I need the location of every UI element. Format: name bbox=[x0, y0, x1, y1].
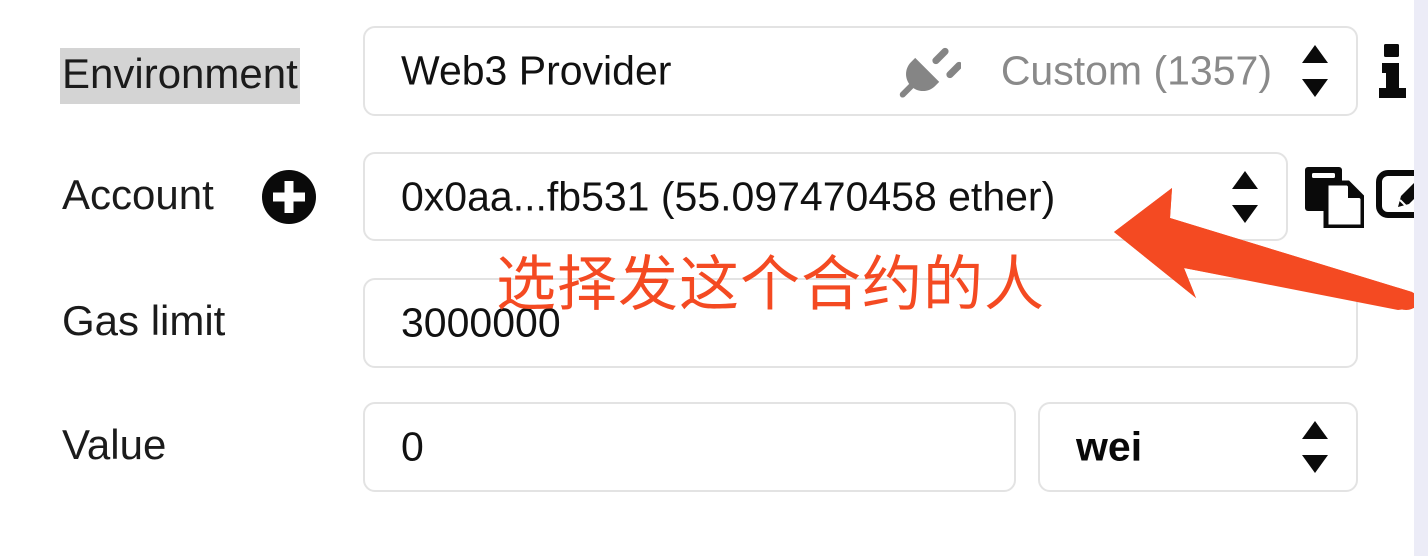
environment-spinner-icon[interactable] bbox=[1302, 45, 1328, 97]
plus-circle-icon[interactable] bbox=[262, 170, 316, 224]
value-amount: 0 bbox=[401, 423, 424, 470]
value-unit-label: wei bbox=[1076, 423, 1143, 470]
environment-network-cluster: Custom (1357) bbox=[1000, 47, 1272, 94]
account-label: Account bbox=[62, 171, 214, 218]
account-spinner-icon[interactable] bbox=[1232, 170, 1258, 223]
account-select[interactable]: 0x0aa...fb531 (55.097470458 ether) bbox=[363, 152, 1288, 241]
info-icon[interactable] bbox=[1376, 44, 1410, 100]
value-label: Value bbox=[62, 421, 167, 468]
page-edge-strip bbox=[1414, 0, 1428, 556]
environment-label: Environment bbox=[60, 48, 300, 104]
copy-icon[interactable] bbox=[1304, 166, 1364, 228]
value-input[interactable]: 0 bbox=[363, 402, 1016, 492]
value-unit-select[interactable]: wei bbox=[1038, 402, 1358, 492]
annotation-note: 选择发这个合约的人 bbox=[496, 250, 1045, 320]
environment-network-label: Custom (1357) bbox=[1000, 47, 1272, 94]
value-unit-spinner-icon[interactable] bbox=[1302, 421, 1328, 473]
plug-icon bbox=[899, 47, 961, 98]
remix-deploy-run-panel: Environment Web3 Provider Custom (1357) … bbox=[0, 0, 1428, 556]
account-value: 0x0aa...fb531 (55.097470458 ether) bbox=[401, 173, 1056, 219]
environment-value: Web3 Provider bbox=[401, 47, 672, 94]
environment-select[interactable]: Web3 Provider Custom (1357) bbox=[363, 26, 1358, 116]
gas-limit-label: Gas limit bbox=[62, 297, 226, 344]
